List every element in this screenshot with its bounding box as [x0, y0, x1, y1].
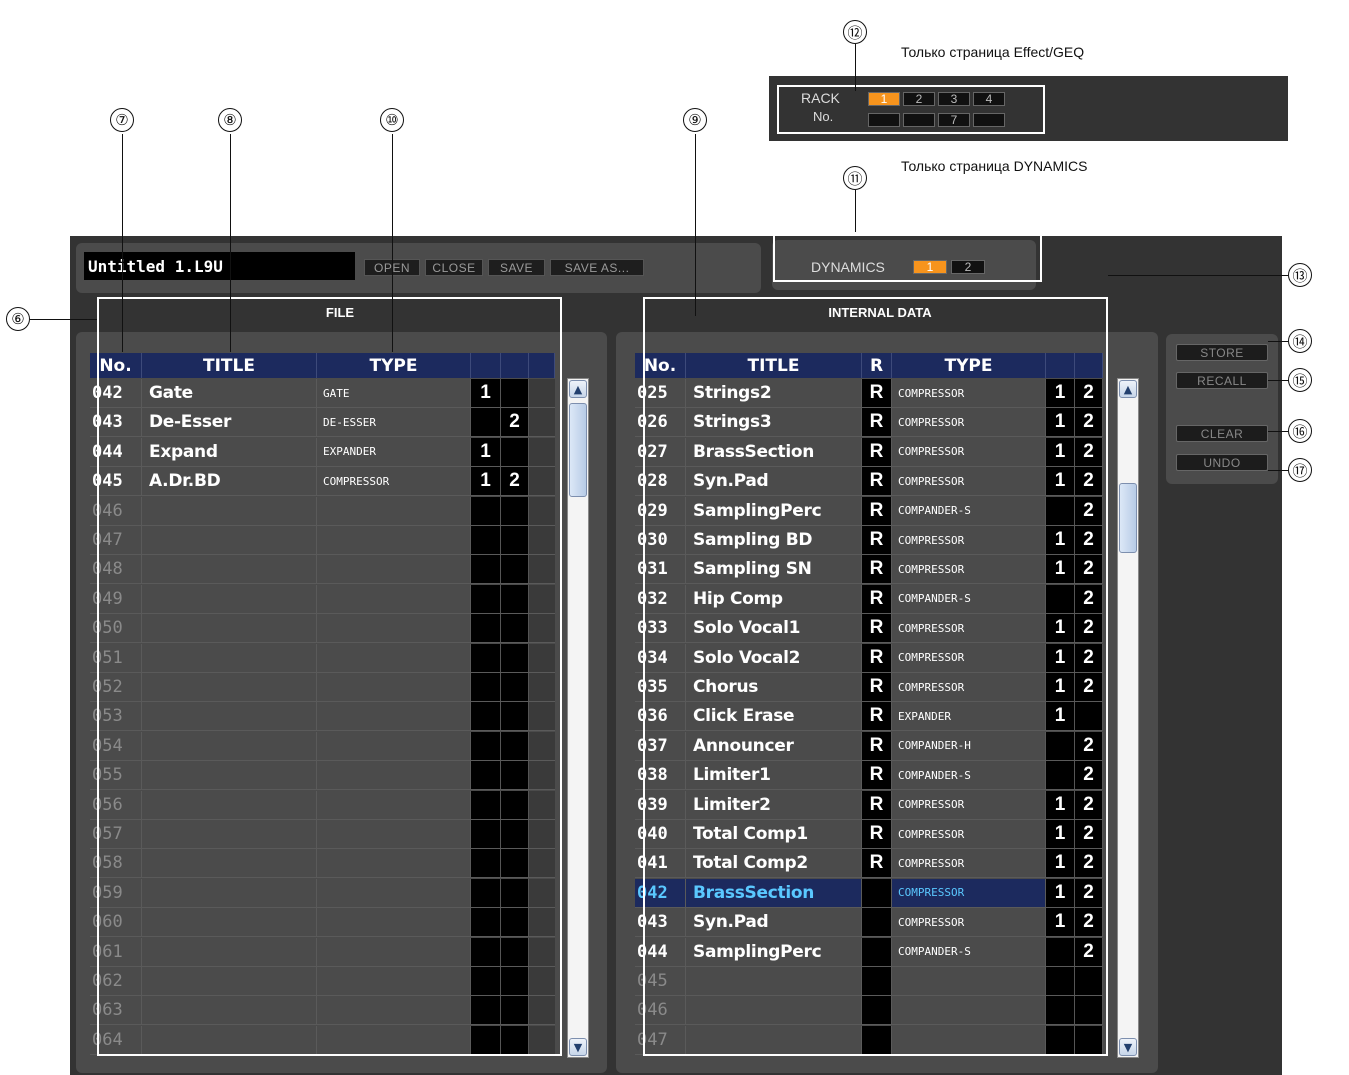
callout-17: ⑰	[1288, 458, 1312, 482]
callout-6: ⑥	[6, 307, 30, 331]
callout-line	[1268, 470, 1288, 471]
save-button[interactable]: SAVE	[488, 259, 545, 276]
callout-9: ⑨	[683, 108, 707, 132]
callout-12: ⑫	[843, 20, 867, 44]
recall-button[interactable]: RECALL	[1176, 372, 1268, 389]
rack-label: RACK	[801, 90, 840, 106]
callout-line	[695, 134, 696, 316]
close-button[interactable]: CLOSE	[425, 259, 483, 276]
callout-16: ⑯	[1288, 419, 1312, 443]
save-as-button[interactable]: SAVE AS...	[550, 259, 644, 276]
callout-line	[1268, 341, 1288, 342]
callout-7: ⑦	[110, 108, 134, 132]
store-button[interactable]: STORE	[1176, 344, 1268, 361]
file-scrollbar[interactable]: ▲ ▼	[567, 378, 589, 1058]
callout-line	[855, 190, 856, 232]
callout-line	[230, 134, 231, 352]
rack-button-1[interactable]: 1	[868, 92, 900, 106]
callout-line	[30, 319, 97, 320]
clear-button[interactable]: CLEAR	[1176, 425, 1268, 442]
callout-11: ⑪	[843, 166, 867, 190]
internal-table-outline	[643, 297, 1108, 1056]
callout-line	[392, 134, 393, 352]
file-table-outline	[97, 297, 562, 1056]
callout-14: ⑭	[1288, 329, 1312, 353]
callout-line	[1268, 380, 1288, 381]
rack-button-8[interactable]	[973, 113, 1005, 127]
rack-button-3[interactable]: 3	[938, 92, 970, 106]
scroll-up-icon[interactable]: ▲	[1119, 380, 1137, 398]
callout-13: ⑬	[1288, 263, 1312, 287]
internal-scrollbar[interactable]: ▲ ▼	[1117, 378, 1139, 1058]
rack-no-label: No.	[813, 109, 834, 124]
scroll-down-icon[interactable]: ▼	[569, 1038, 587, 1056]
undo-button[interactable]: UNDO	[1176, 454, 1268, 471]
callout-10: ⑩	[380, 108, 404, 132]
rack-panel: RACK No. 1234 7	[769, 76, 1288, 141]
dynamics-outline	[773, 231, 1042, 282]
filename-field[interactable]: Untitled 1.L9U	[84, 252, 355, 280]
callout-line	[122, 134, 123, 352]
callout-line	[1108, 275, 1288, 276]
rack-button-6[interactable]	[903, 113, 935, 127]
rack-button-7[interactable]: 7	[938, 113, 970, 127]
callout-line	[1268, 431, 1288, 432]
rack-button-4[interactable]: 4	[973, 92, 1005, 106]
scroll-up-icon[interactable]: ▲	[569, 380, 587, 398]
callout-line	[855, 44, 856, 91]
scroll-thumb[interactable]	[569, 403, 587, 497]
callout-15: ⑮	[1288, 368, 1312, 392]
callout-8: ⑧	[218, 108, 242, 132]
rack-button-5[interactable]	[868, 113, 900, 127]
note-effect-geq: Только страница Effect/GEQ	[901, 44, 1085, 60]
scroll-thumb[interactable]	[1119, 483, 1137, 553]
note-dynamics: Только страница DYNAMICS	[901, 158, 1088, 174]
scroll-down-icon[interactable]: ▼	[1119, 1038, 1137, 1056]
rack-button-2[interactable]: 2	[903, 92, 935, 106]
